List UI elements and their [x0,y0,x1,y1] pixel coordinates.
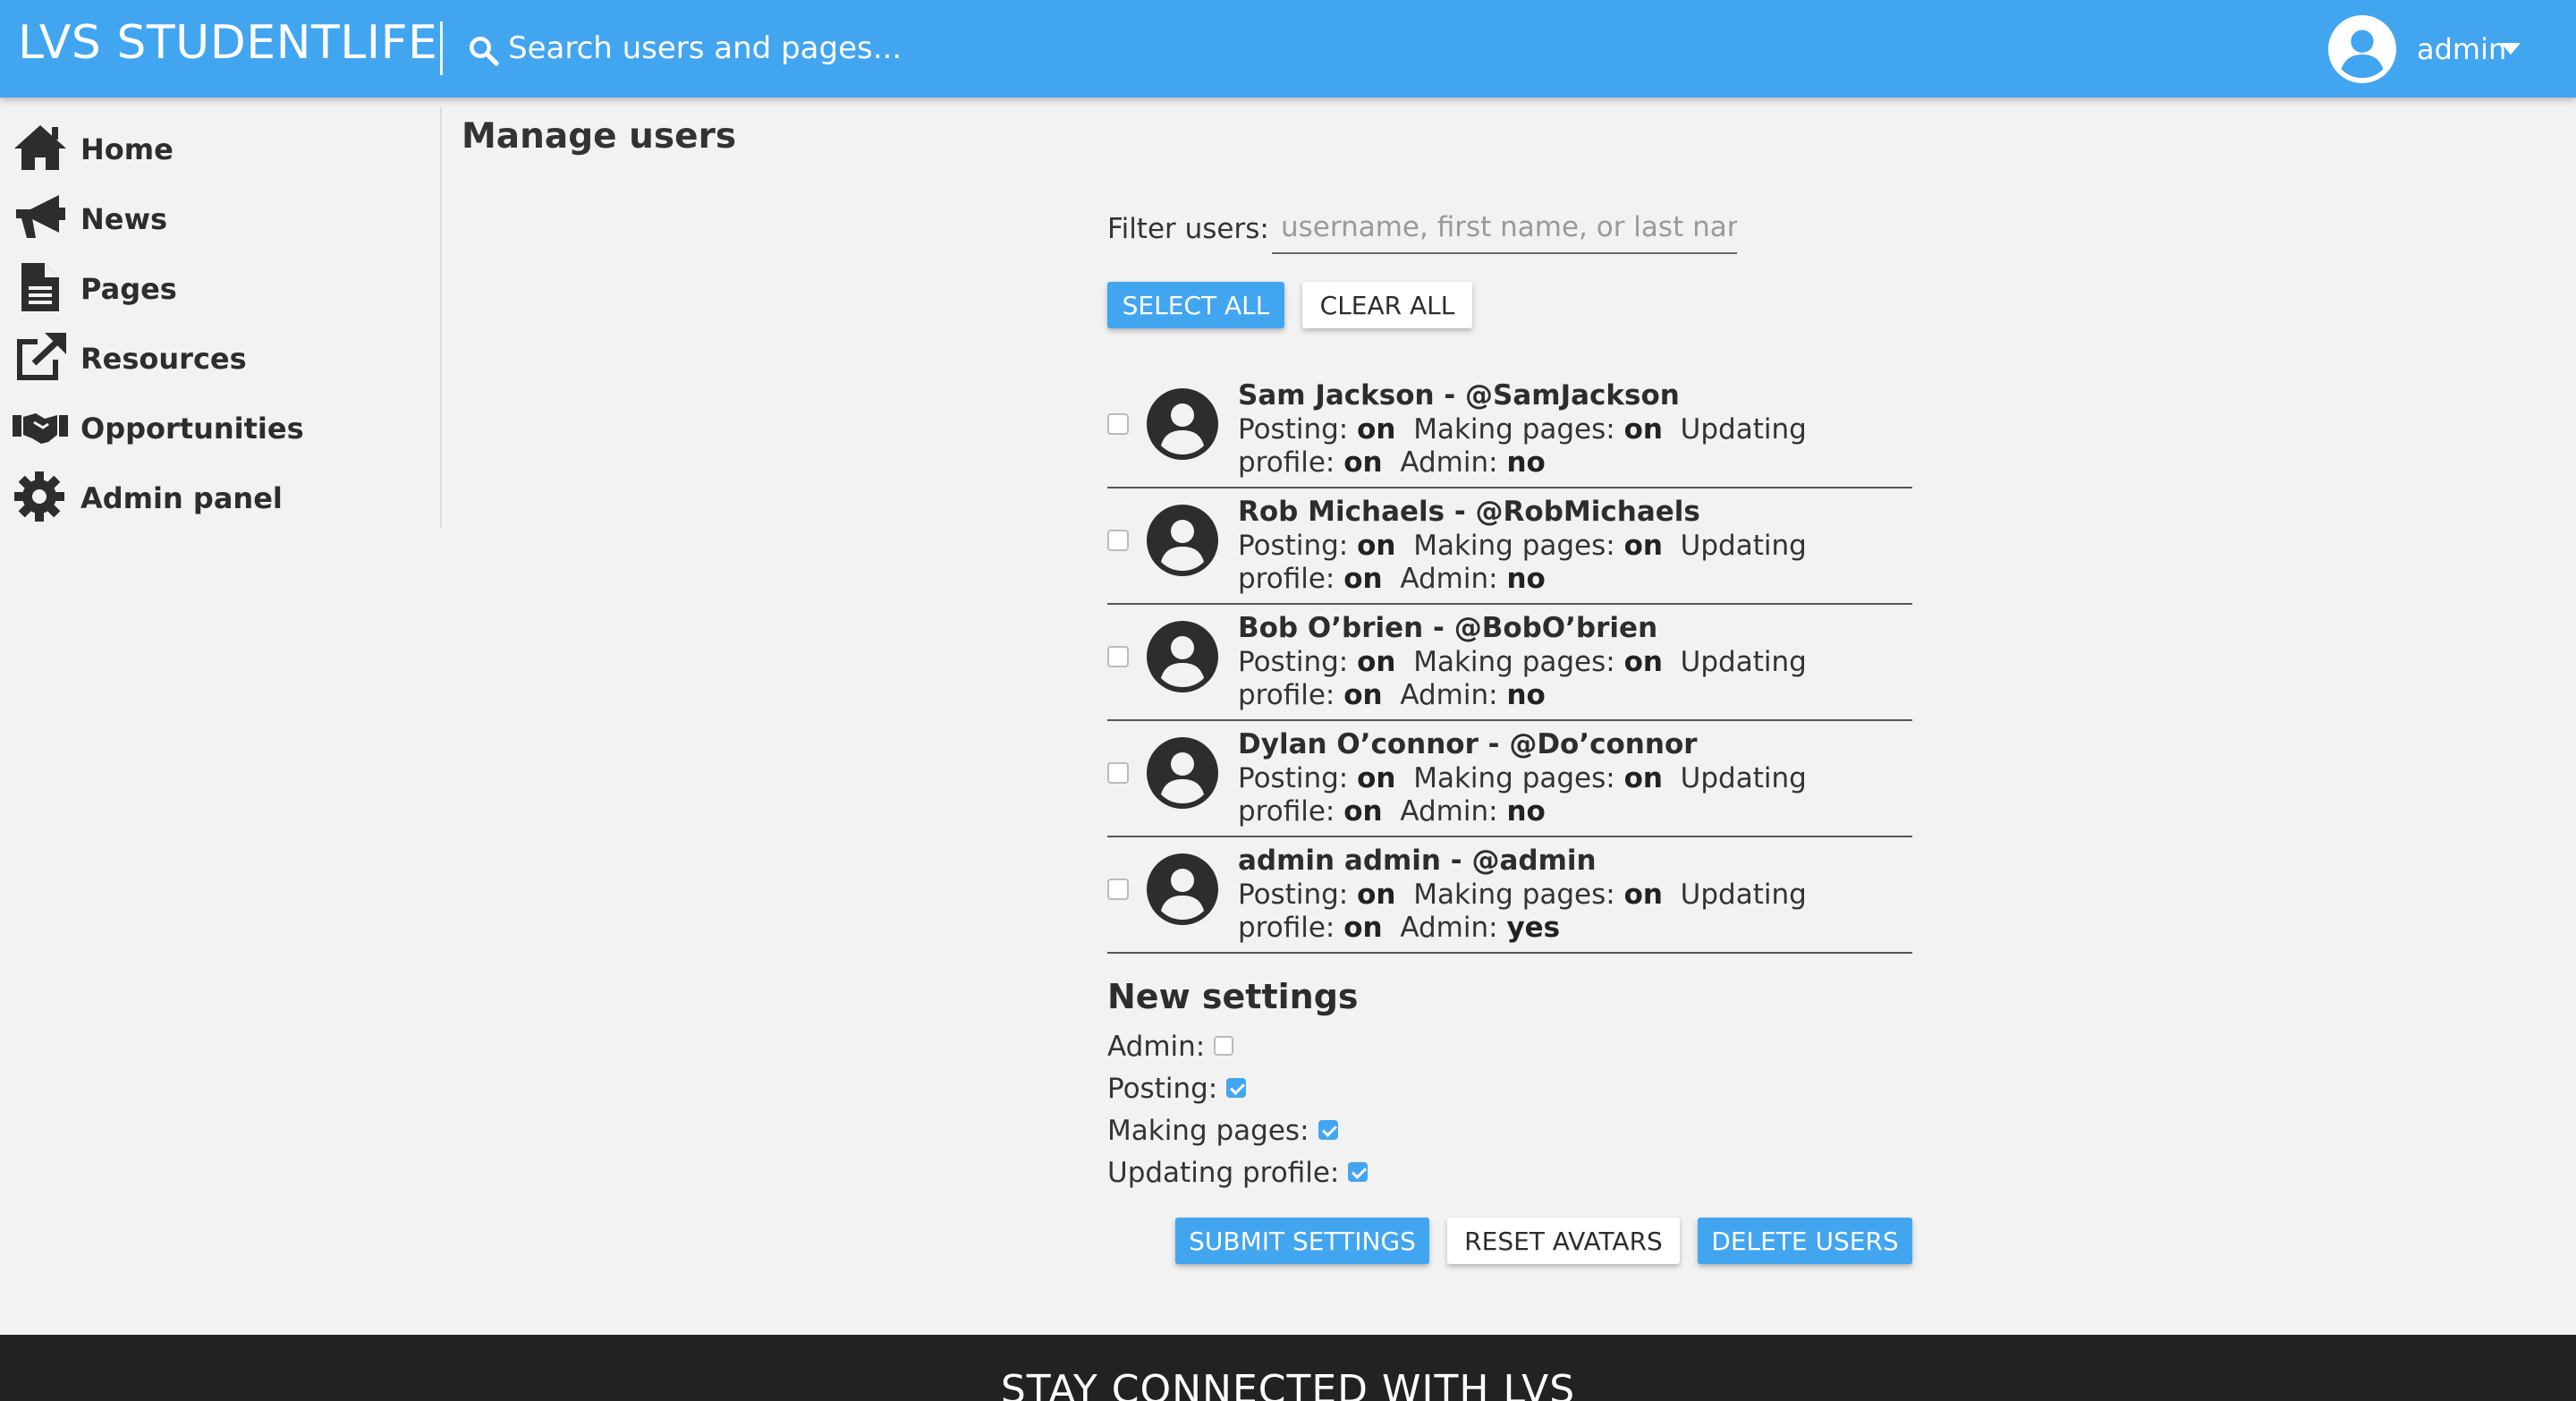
caret-down-icon[interactable] [2501,43,2521,55]
setting-admin: Admin: [1107,1031,1234,1063]
user-name: Bob O’brien - @BobO’brien [1238,612,1658,644]
handshake-icon [13,413,68,444]
making-pages-checkbox[interactable] [1318,1119,1338,1140]
user-permissions: Posting: on Making pages: on Updating pr… [1238,530,1807,595]
sidebar-item-opportunities[interactable]: Opportunities [0,394,438,458]
sidebar-item-news[interactable]: News [0,184,438,249]
user-avatar-icon [1147,853,1218,925]
user-avatar-icon [1147,621,1218,692]
filter-label: Filter users: [1107,213,1269,245]
clear-all-button[interactable]: CLEAR ALL [1302,282,1472,328]
submit-settings-button[interactable]: SUBMIT SETTINGS [1175,1218,1429,1264]
sidebar-item-label: News [80,202,168,236]
new-settings-title: New settings [1107,977,1359,1016]
user-permissions: Posting: on Making pages: on Updating pr… [1238,646,1807,711]
sidebar-item-label: Admin panel [80,481,283,515]
user-row: Sam Jackson - @SamJackson Posting: on Ma… [1107,372,1912,488]
delete-users-button[interactable]: DELETE USERS [1698,1218,1912,1264]
document-icon [21,263,59,311]
filter-users-input[interactable] [1272,202,1737,254]
user-name: Sam Jackson - @SamJackson [1238,379,1680,412]
user-select-checkbox[interactable] [1107,879,1129,900]
sidebar-item-label: Opportunities [80,412,304,446]
brand-logo[interactable]: LVS STUDENTLIFE [18,16,437,70]
user-select-checkbox[interactable] [1107,530,1129,551]
user-select-checkbox[interactable] [1107,413,1129,435]
sidebar-item-label: Home [80,132,174,166]
search-input[interactable] [508,25,1134,72]
sidebar-item-admin-panel[interactable]: Admin panel [0,463,438,528]
select-all-button[interactable]: SELECT ALL [1107,282,1284,328]
user-select-checkbox[interactable] [1107,646,1129,667]
sidebar-item-pages[interactable]: Pages [0,254,438,318]
user-name: Dylan O’connor - @Do’connor [1238,728,1698,760]
user-circle-icon[interactable] [2327,14,2397,84]
sidebar-item-label: Pages [80,272,177,306]
posting-checkbox[interactable] [1226,1077,1247,1098]
setting-posting: Posting: [1107,1073,1247,1105]
user-permissions: Posting: on Making pages: on Updating pr… [1238,413,1807,479]
user-avatar-icon [1147,388,1218,460]
sidebar: Home News Pages Resources Opportunities … [0,107,442,528]
megaphone-icon [16,195,65,238]
admin-checkbox[interactable] [1214,1035,1234,1056]
updating-profile-checkbox[interactable] [1348,1161,1368,1182]
footer: STAY CONNECTED WITH LVS [0,1335,2576,1401]
navbar-divider [440,21,443,75]
home-icon [14,125,66,170]
user-row: Rob Michaels - @RobMichaels Posting: on … [1107,488,1912,605]
setting-updating-profile: Updating profile: [1107,1157,1368,1189]
footer-heading: STAY CONNECTED WITH LVS [1000,1367,1576,1401]
user-avatar-icon [1147,737,1218,809]
user-permissions: Posting: on Making pages: on Updating pr… [1238,762,1807,828]
reset-avatars-button[interactable]: RESET AVATARS [1447,1218,1680,1264]
user-name: Rob Michaels - @RobMichaels [1238,496,1700,528]
user-row: Dylan O’connor - @Do’connor Posting: on … [1107,721,1912,837]
user-menu-name[interactable]: admin [2417,32,2506,66]
user-avatar-icon [1147,505,1218,576]
external-link-icon [17,333,66,380]
user-permissions: Posting: on Making pages: on Updating pr… [1238,879,1807,944]
user-name: admin admin - @admin [1238,845,1597,877]
sidebar-item-home[interactable]: Home [0,115,438,179]
page-title: Manage users [462,116,737,157]
sidebar-item-resources[interactable]: Resources [0,324,438,388]
user-row: admin admin - @admin Posting: on Making … [1107,837,1912,954]
sidebar-item-label: Resources [80,342,247,376]
user-row: Bob O’brien - @BobO’brien Posting: on Ma… [1107,605,1912,721]
setting-making-pages: Making pages: [1107,1115,1338,1147]
user-select-checkbox[interactable] [1107,762,1129,784]
search-icon [470,37,499,66]
top-navbar: LVS STUDENTLIFE admin [0,0,2576,98]
gear-icon [14,471,64,522]
